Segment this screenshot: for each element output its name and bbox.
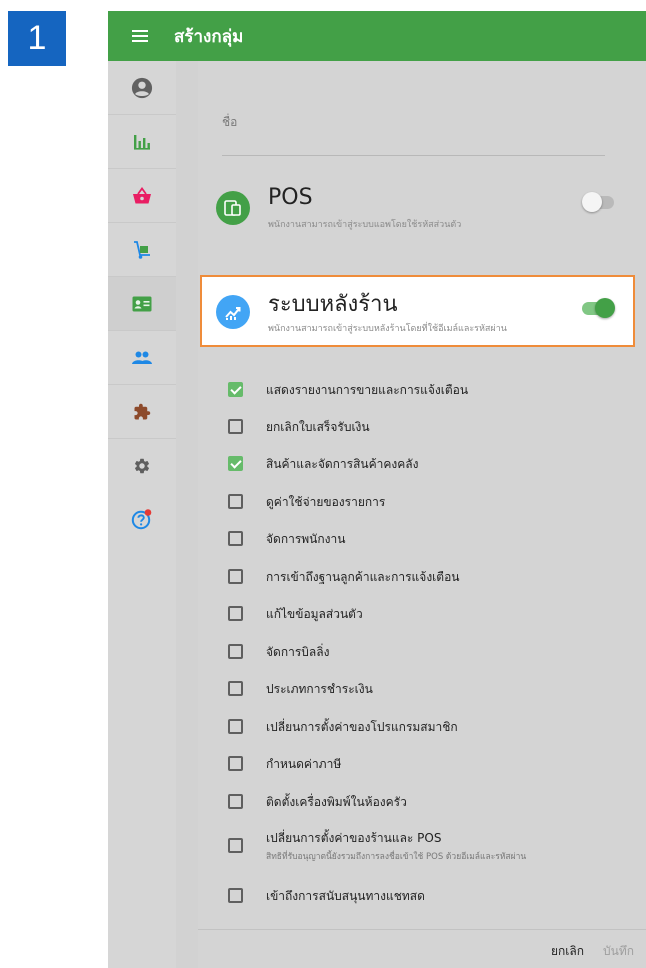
- sidebar-item-account[interactable]: [108, 61, 176, 115]
- pos-devices-icon: [216, 191, 250, 225]
- backoffice-access-row: ระบบหลังร้าน พนักงานสามารถเข้าสู่ระบบหลั…: [200, 275, 635, 347]
- name-field-label: ชื่อ: [222, 115, 238, 129]
- name-input[interactable]: [222, 155, 605, 156]
- pos-subtitle: พนักงานสามารถเข้าสู่ระบบแอพโดยใช้รหัสส่ว…: [268, 220, 462, 230]
- permission-label: แสดงรายงานการขายและการแจ้งเตือน: [266, 383, 469, 397]
- permission-checkbox[interactable]: [228, 382, 243, 397]
- cancel-button[interactable]: ยกเลิก: [551, 942, 584, 961]
- backoffice-chart-icon: [216, 295, 250, 329]
- pos-toggle[interactable]: [582, 192, 614, 212]
- role-form-panel: ชื่อ POS พนักงานสามารถเข้าสู่ระบบแอพโดยใ…: [198, 61, 646, 968]
- sidebar-item-employees[interactable]: [108, 277, 176, 331]
- permission-sublabel: สิทธิที่รับอนุญาตนี้ยังรวมถึงการลงชื่อเข…: [266, 852, 527, 862]
- hand-truck-icon: [134, 240, 150, 259]
- permission-label: กำหนดค่าภาษี: [266, 757, 342, 771]
- permission-label: ดูค่าใช้จ่ายของรายการ: [266, 495, 386, 509]
- sidebar-item-reports[interactable]: [108, 115, 176, 169]
- permission-label: ประเภทการชำระเงิน: [266, 682, 373, 696]
- permission-checkbox[interactable]: [228, 794, 243, 809]
- sidebar-item-help[interactable]: [108, 492, 176, 545]
- sidebar-item-items[interactable]: [108, 169, 176, 223]
- permission-checkbox[interactable]: [228, 838, 243, 853]
- gear-icon: [134, 458, 150, 473]
- people-icon: [132, 351, 152, 364]
- permission-label: สินค้าและจัดการสินค้าคงคลัง: [266, 457, 419, 471]
- permission-label: จัดการบิลลิ่ง: [266, 645, 330, 659]
- permission-checkbox[interactable]: [228, 531, 243, 546]
- permission-checkbox[interactable]: [228, 888, 243, 903]
- permission-checkbox[interactable]: [228, 719, 243, 734]
- top-app-bar: สร้างกลุ่ม: [108, 11, 646, 61]
- sidebar-item-inventory[interactable]: [108, 223, 176, 277]
- puzzle-icon: [134, 403, 151, 419]
- sidebar-gutter: [176, 61, 198, 968]
- permission-label: การเข้าถึงฐานลูกค้าและการแจ้งเตือน: [266, 570, 460, 584]
- permission-checkbox[interactable]: [228, 419, 243, 434]
- permission-label: ยกเลิกใบเสร็จรับเงิน: [266, 420, 370, 434]
- permission-checkbox[interactable]: [228, 606, 243, 621]
- permission-label: แก้ไขข้อมูลส่วนตัว: [266, 607, 363, 621]
- permission-checkbox[interactable]: [228, 756, 243, 771]
- sidebar: [108, 61, 177, 968]
- shopping-basket-icon: [133, 186, 151, 203]
- step-number-badge: 1: [8, 11, 66, 66]
- page-title: สร้างกลุ่ม: [174, 26, 244, 47]
- form-footer: ยกเลิก บันทึก: [198, 929, 646, 968]
- backoffice-title: ระบบหลังร้าน: [268, 292, 398, 317]
- app-window: สร้างกลุ่ม ชื่อ POS พนักงานสามารถเข้าสู่…: [108, 11, 646, 968]
- sidebar-item-customers[interactable]: [108, 331, 176, 385]
- permission-checkbox[interactable]: [228, 456, 243, 471]
- backoffice-toggle[interactable]: [582, 298, 615, 318]
- permission-checkbox[interactable]: [228, 644, 243, 659]
- permission-checkbox[interactable]: [228, 494, 243, 509]
- bar-chart-icon: [134, 134, 150, 150]
- permission-label: เปลี่ยนการตั้งค่าของโปรแกรมสมาชิก: [266, 720, 458, 734]
- sidebar-item-settings[interactable]: [108, 439, 176, 492]
- backoffice-subtitle: พนักงานสามารถเข้าสู่ระบบหลังร้านโดยที่ใช…: [268, 324, 507, 334]
- permission-label: ติดตั้งเครื่องพิมพ์ในห้องครัว: [266, 795, 407, 809]
- permission-checkbox[interactable]: [228, 569, 243, 584]
- account-circle-icon: [131, 77, 153, 98]
- permission-label: เปลี่ยนการตั้งค่าของร้านและ POS: [266, 831, 442, 845]
- employee-card-icon: [132, 296, 152, 311]
- pos-title: POS: [268, 185, 313, 210]
- permission-label: เข้าถึงการสนับสนุนทางแชทสด: [266, 889, 425, 903]
- sidebar-item-integrations[interactable]: [108, 385, 176, 439]
- permission-checkbox[interactable]: [228, 681, 243, 696]
- help-icon: [131, 508, 152, 529]
- hamburger-menu-icon[interactable]: [132, 28, 152, 44]
- pos-access-row: POS พนักงานสามารถเข้าสู่ระบบแอพโดยใช้รหั…: [216, 181, 626, 237]
- permission-label: จัดการพนักงาน: [266, 532, 346, 546]
- save-button[interactable]: บันทึก: [603, 942, 634, 961]
